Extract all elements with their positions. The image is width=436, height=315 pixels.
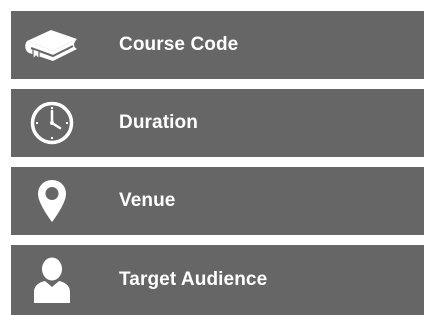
- book-icon: [11, 11, 93, 79]
- info-row-course-code: Course Code: [11, 11, 424, 79]
- clock-icon: [11, 89, 93, 157]
- info-row-duration: Duration: [11, 89, 424, 157]
- target-audience-label: Target Audience: [119, 269, 268, 290]
- venue-label: Venue: [119, 190, 176, 211]
- location-pin-icon: [11, 167, 93, 235]
- info-row-target-audience: Target Audience: [11, 245, 424, 315]
- course-info-list: Course Code Duration Venue Target Audien…: [11, 11, 424, 315]
- person-icon: [11, 245, 93, 315]
- info-row-venue: Venue: [11, 167, 424, 235]
- duration-label: Duration: [119, 112, 198, 133]
- course-code-label: Course Code: [119, 34, 239, 55]
